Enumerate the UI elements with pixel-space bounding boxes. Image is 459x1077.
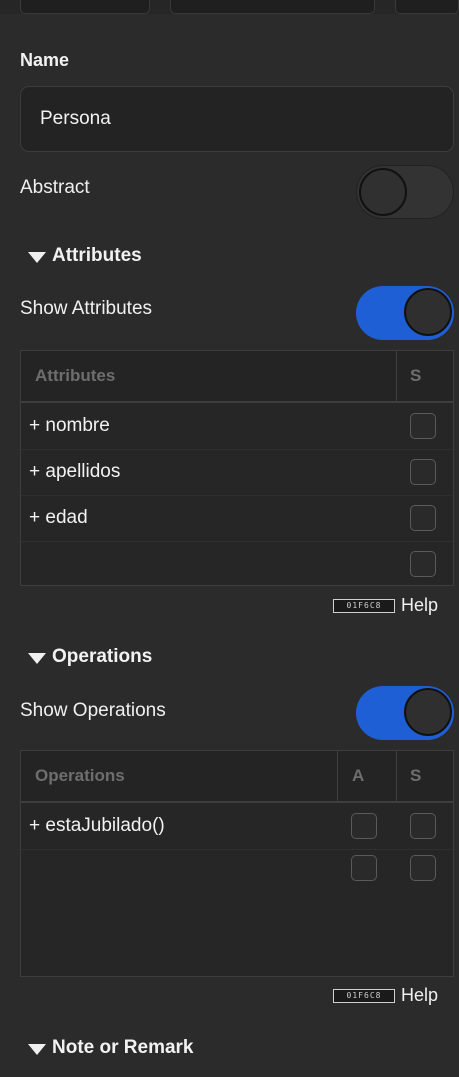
operations-table-header: Operations A S — [21, 751, 453, 803]
help-label: Help — [401, 595, 439, 615]
top-segment[interactable] — [395, 0, 459, 14]
abstract-checkbox[interactable] — [351, 813, 377, 839]
help-badge-icon: 01F6C8 — [333, 598, 395, 613]
operations-help-link[interactable]: 01F6C8 Help — [333, 985, 438, 1006]
static-checkbox[interactable] — [410, 855, 436, 881]
column-header-static[interactable]: S — [410, 351, 421, 401]
note-section-header[interactable]: Note or Remark — [28, 1037, 194, 1059]
table-row[interactable]: + estaJubilado() — [21, 803, 453, 850]
static-checkbox[interactable] — [410, 813, 436, 839]
table-row[interactable]: + nombre — [21, 403, 453, 450]
operations-section-header[interactable]: Operations — [28, 646, 152, 668]
top-segment[interactable] — [170, 0, 375, 14]
static-checkbox[interactable] — [410, 551, 436, 577]
name-label: Name — [20, 50, 70, 70]
show-operations-label: Show Operations — [20, 700, 166, 721]
toggle-knob — [359, 168, 407, 216]
table-row[interactable]: + apellidos — [21, 449, 453, 496]
column-divider — [396, 351, 397, 401]
operation-name[interactable]: + estaJubilado() — [29, 803, 165, 849]
column-header-operations[interactable]: Operations — [35, 751, 125, 801]
static-checkbox[interactable] — [410, 459, 436, 485]
static-checkbox[interactable] — [410, 505, 436, 531]
toggle-knob — [404, 288, 452, 336]
table-row[interactable] — [21, 849, 453, 895]
show-attributes-toggle[interactable] — [356, 286, 454, 340]
operations-table: Operations A S + estaJubilado() — [20, 750, 454, 977]
top-segment[interactable] — [20, 0, 150, 14]
toggle-knob — [404, 688, 452, 736]
column-header-attributes[interactable]: Attributes — [35, 351, 115, 401]
disclosure-triangle-icon — [28, 251, 46, 263]
top-segment-bar — [0, 0, 459, 14]
table-row[interactable]: + edad — [21, 495, 453, 542]
attributes-section-title: Attributes — [52, 245, 142, 266]
abstract-toggle[interactable] — [356, 165, 454, 219]
show-attributes-label: Show Attributes — [20, 298, 153, 319]
show-operations-toggle[interactable] — [356, 686, 454, 740]
help-badge-icon: 01F6C8 — [333, 988, 395, 1003]
attributes-help-link[interactable]: 01F6C8 Help — [333, 595, 438, 616]
column-header-static[interactable]: S — [410, 751, 421, 801]
static-checkbox[interactable] — [410, 413, 436, 439]
table-row[interactable] — [21, 541, 453, 587]
help-label: Help — [401, 985, 439, 1005]
disclosure-triangle-icon — [28, 652, 46, 664]
abstract-checkbox[interactable] — [351, 855, 377, 881]
attributes-section-header[interactable]: Attributes — [28, 245, 142, 267]
column-divider — [396, 751, 397, 801]
attribute-name[interactable]: + edad — [29, 495, 88, 541]
name-input[interactable] — [20, 86, 454, 152]
attributes-table-header: Attributes S — [21, 351, 453, 403]
column-divider — [337, 751, 338, 801]
attribute-name[interactable]: + apellidos — [29, 449, 120, 495]
abstract-label: Abstract — [20, 177, 90, 198]
note-section-title: Note or Remark — [52, 1037, 194, 1058]
disclosure-triangle-icon — [28, 1043, 46, 1055]
attributes-table: Attributes S + nombre + apellidos + edad — [20, 350, 454, 586]
attribute-name[interactable]: + nombre — [29, 403, 110, 449]
operations-section-title: Operations — [52, 646, 153, 667]
column-header-abstract[interactable]: A — [352, 751, 364, 801]
